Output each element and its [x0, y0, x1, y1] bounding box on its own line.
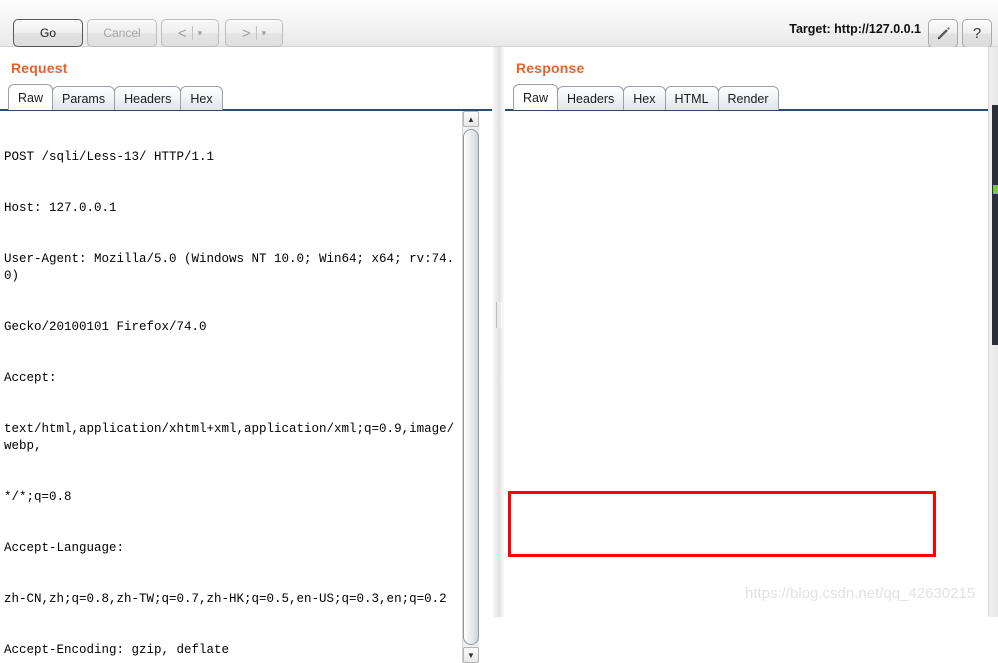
request-tabstrip: Raw Params Headers Hex	[8, 84, 223, 110]
pencil-icon	[937, 27, 950, 40]
question-mark-icon: ?	[972, 25, 982, 42]
tab-label: Hex	[633, 91, 656, 106]
response-tab-html[interactable]: HTML	[664, 86, 719, 110]
go-button-label: Go	[39, 26, 56, 40]
target-label: Target: http://127.0.0.1	[789, 22, 921, 36]
response-tab-headers[interactable]: Headers	[557, 86, 625, 110]
help-button[interactable]: ?	[962, 19, 992, 48]
request-line: text/html,application/xhtml+xml,applicat…	[4, 422, 455, 453]
button-divider	[255, 26, 257, 40]
navigate-back-button[interactable]: < ▾	[161, 19, 219, 47]
repeater-toolbar: Go Cancel < ▾ > ▾ Target: http://127.0.0…	[0, 0, 998, 48]
tab-label: Raw	[523, 90, 549, 105]
chevron-down-icon: ▾	[261, 27, 267, 38]
search-match-marker	[993, 185, 998, 194]
response-panel: Response Raw Headers Hex HTML Render <in…	[505, 47, 998, 617]
request-line: Host: 127.0.0.1	[4, 201, 117, 215]
edit-target-button[interactable]	[928, 19, 958, 48]
tab-label: Headers	[124, 91, 172, 106]
request-line: Accept:	[4, 371, 57, 385]
scroll-up-arrow[interactable]: ▲	[463, 111, 479, 127]
request-tab-params[interactable]: Params	[52, 86, 116, 110]
response-tab-raw[interactable]: Raw	[513, 84, 559, 110]
request-raw-editor[interactable]: POST /sqli/Less-13/ HTTP/1.1 Host: 127.0…	[1, 111, 461, 663]
chevron-right-icon: >	[241, 24, 251, 42]
chevron-down-icon: ▾	[197, 27, 203, 38]
response-tabstrip: Raw Headers Hex HTML Render	[513, 84, 779, 110]
request-line: Accept-Encoding: gzip, deflate	[4, 643, 230, 657]
scroll-thumb[interactable]	[463, 129, 479, 645]
request-vertical-scrollbar[interactable]: ▲ ▼	[462, 111, 479, 663]
request-line: */*;q=0.8	[4, 490, 72, 504]
tab-label: Headers	[567, 91, 615, 106]
tab-label: HTML	[674, 91, 709, 106]
splitter-grip[interactable]	[496, 302, 502, 328]
navigate-forward-button[interactable]: > ▾	[225, 19, 283, 47]
tab-label: Params	[62, 91, 106, 106]
request-panel-title: Request	[11, 60, 68, 76]
watermark: https://blog.csdn.net/qq_42630215	[745, 585, 976, 602]
response-panel-title: Response	[516, 60, 585, 76]
request-line: POST /sqli/Less-13/ HTTP/1.1	[4, 150, 215, 164]
request-line: User-Agent: Mozilla/5.0 (Windows NT 10.0…	[4, 252, 455, 283]
cancel-button-label: Cancel	[103, 26, 141, 40]
tab-label: Render	[727, 91, 769, 106]
request-tab-raw[interactable]: Raw	[8, 84, 54, 110]
scroll-down-arrow[interactable]: ▼	[463, 647, 479, 663]
response-tab-hex[interactable]: Hex	[623, 86, 666, 110]
cancel-button[interactable]: Cancel	[87, 19, 157, 47]
tab-label: Raw	[18, 90, 44, 105]
right-edge-dark-strip	[992, 105, 998, 245]
tab-label: Hex	[190, 91, 213, 106]
button-divider	[191, 26, 193, 40]
request-line: Accept-Language:	[4, 541, 125, 555]
right-edge-dark-strip	[992, 245, 998, 345]
request-tab-hex[interactable]: Hex	[180, 86, 223, 110]
response-tab-render[interactable]: Render	[717, 86, 779, 110]
request-line: zh-CN,zh;q=0.8,zh-TW;q=0.7,zh-HK;q=0.5,e…	[4, 592, 447, 606]
panel-splitter[interactable]	[493, 47, 504, 617]
request-line: Gecko/20100101 Firefox/74.0	[4, 320, 207, 334]
chevron-left-icon: <	[177, 24, 187, 42]
request-panel: Request Raw Params Headers Hex POST /sql…	[0, 47, 492, 663]
go-button[interactable]: Go	[13, 19, 83, 47]
request-tab-headers[interactable]: Headers	[114, 86, 182, 110]
